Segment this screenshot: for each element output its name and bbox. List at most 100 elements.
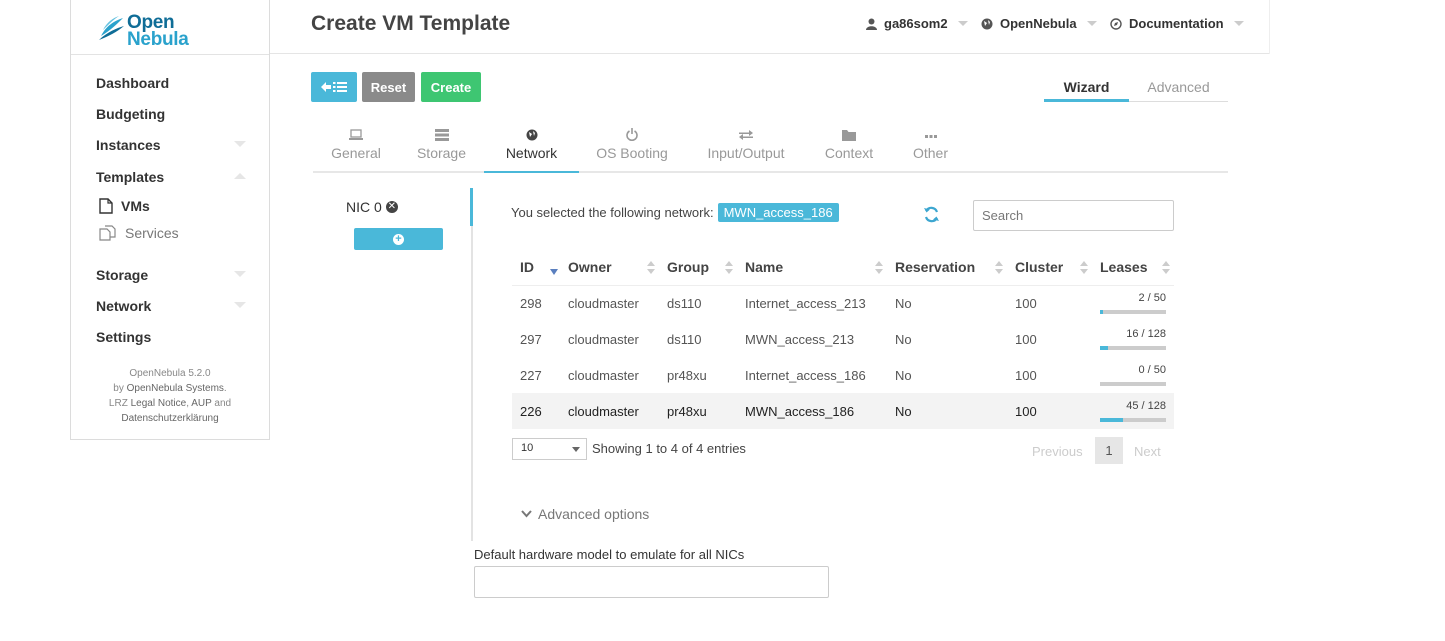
sidebar-item-label: Dashboard (96, 75, 170, 91)
column-owner[interactable]: Owner (560, 250, 659, 286)
page-length-value: 10 (521, 442, 534, 454)
advanced-options-toggle[interactable]: Advanced options (521, 506, 649, 522)
cell-id: 226 (512, 393, 560, 429)
exchange-icon (739, 130, 753, 140)
sidebar-item-instances[interactable]: Instances (96, 137, 246, 153)
documentation-menu[interactable]: Documentation (1110, 16, 1244, 31)
zone-menu[interactable]: OpenNebula (981, 16, 1097, 31)
user-menu[interactable]: ga86som2 (866, 16, 968, 31)
tab-os-booting[interactable]: OS Booting (590, 128, 674, 173)
cell-leases: 2 / 50 (1092, 285, 1174, 321)
chevron-up-icon (234, 173, 246, 179)
table-row-selected[interactable]: 226 cloudmaster pr48xu MWN_access_186 No… (512, 393, 1174, 429)
cell-id: 298 (520, 295, 542, 311)
back-to-list-button[interactable] (311, 72, 357, 102)
leases-text: 16 / 128 (1126, 328, 1166, 340)
add-nic-button[interactable]: + (354, 228, 443, 250)
tab-network[interactable]: Network (484, 128, 579, 173)
sidebar-item-settings[interactable]: Settings (96, 329, 246, 345)
cell-reservation: No (895, 367, 912, 383)
privacy-link[interactable]: Datenschutzerklärung (121, 413, 218, 424)
sidebar-item-templates[interactable]: Templates (96, 169, 246, 185)
tab-advanced[interactable]: Advanced (1129, 79, 1228, 102)
cell-leases: 0 / 50 (1092, 357, 1174, 393)
tab-label: Network (505, 145, 558, 161)
plus-circle-icon: + (393, 233, 404, 245)
tab-input-output[interactable]: Input/Output (700, 128, 792, 173)
sort-icon (875, 261, 883, 275)
tab-label: Input/Output (707, 145, 785, 161)
hw-model-label: Default hardware model to emulate for al… (474, 547, 745, 562)
table-row[interactable]: 298 cloudmaster ds110 Internet_access_21… (512, 285, 1174, 321)
sidebar-subitem-vms[interactable]: VMs (99, 198, 150, 214)
sidebar: Open Nebula Dashboard Budgeting Instance… (70, 0, 270, 440)
pagination-previous[interactable]: Previous (1032, 444, 1083, 459)
leases-progress: 16 / 128 (1100, 327, 1166, 351)
sidebar-item-budgeting[interactable]: Budgeting (96, 106, 246, 122)
cell-owner: cloudmaster (568, 331, 639, 347)
tab-context[interactable]: Context (815, 128, 883, 173)
leases-bar-fill (1100, 418, 1124, 422)
search-input[interactable] (973, 200, 1174, 231)
tab-label: Other (912, 145, 948, 161)
user-icon (866, 18, 877, 30)
cell-name: Internet_access_186 (745, 367, 866, 383)
table-row[interactable]: 227 cloudmaster pr48xu Internet_access_1… (512, 357, 1174, 393)
sidebar-subitem-label: VMs (121, 198, 150, 214)
hw-model-input[interactable] (474, 566, 829, 598)
sort-icon (995, 261, 1003, 275)
laptop-icon (349, 129, 363, 140)
column-group[interactable]: Group (659, 250, 737, 286)
table-row[interactable]: 297 cloudmaster ds110 MWN_access_213 No … (512, 321, 1174, 357)
nic-tab[interactable]: NIC 0 ✕ (346, 199, 398, 215)
create-button[interactable]: Create (421, 72, 481, 102)
column-label: Group (667, 259, 709, 276)
sidebar-subitem-services[interactable]: Services (99, 225, 179, 241)
leases-bar-fill (1100, 310, 1103, 315)
sidebar-item-label: Instances (96, 137, 161, 153)
file-icon (99, 198, 113, 214)
sidebar-footer: OpenNebula 5.2.0 by OpenNebula Systems. … (108, 368, 232, 424)
sidebar-item-storage[interactable]: Storage (96, 267, 246, 283)
selected-network-badge: MWN_access_186 (717, 203, 839, 222)
refresh-icon[interactable] (923, 206, 940, 228)
tab-other[interactable]: Other (903, 128, 958, 173)
sidebar-item-label: Templates (96, 169, 165, 185)
page-title: Create VM Template (311, 12, 511, 35)
aup-link[interactable]: AUP (191, 398, 211, 409)
leases-text: 0 / 50 (1138, 364, 1166, 376)
leases-bar (1100, 346, 1166, 350)
sidebar-item-network[interactable]: Network (96, 298, 246, 314)
column-leases[interactable]: Leases (1092, 250, 1174, 286)
column-label: Owner (568, 259, 612, 276)
column-name[interactable]: Name (737, 250, 887, 286)
column-label: Reservation (895, 259, 976, 276)
cell-id: 297 (520, 331, 542, 347)
leases-progress: 45 / 128 (1100, 399, 1166, 423)
leases-text: 2 / 50 (1138, 292, 1166, 305)
sidebar-item-dashboard[interactable]: Dashboard (96, 75, 246, 91)
pagination-next[interactable]: Next (1134, 444, 1161, 459)
pagination-page-current[interactable]: 1 (1095, 437, 1123, 464)
tab-wizard[interactable]: Wizard (1044, 79, 1129, 102)
nebula-logo-icon (99, 16, 124, 40)
cell-owner: cloudmaster (568, 367, 639, 383)
reset-button[interactable]: Reset (362, 72, 415, 102)
leases-bar (1100, 382, 1166, 386)
footer-by: by (113, 383, 124, 394)
tab-storage[interactable]: Storage (404, 128, 479, 173)
entries-info: Showing 1 to 4 of 4 entries (592, 441, 746, 456)
version-text: OpenNebula 5.2.0 (129, 368, 211, 379)
opennebula-logo[interactable]: Open Nebula (97, 12, 217, 52)
column-cluster[interactable]: Cluster (1007, 250, 1092, 286)
page-length-select[interactable]: 10 (512, 438, 587, 460)
column-reservation[interactable]: Reservation (887, 250, 1007, 286)
company-link[interactable]: OpenNebula Systems (127, 383, 224, 394)
logo-word-nebula: Nebula (127, 29, 189, 50)
nic-active-indicator (470, 188, 473, 226)
column-id[interactable]: ID (512, 250, 560, 286)
close-icon[interactable]: ✕ (385, 201, 398, 213)
legal-notice-link[interactable]: Legal Notice (131, 398, 187, 409)
chevron-down-icon (572, 447, 580, 452)
tab-general[interactable]: General (318, 128, 394, 173)
